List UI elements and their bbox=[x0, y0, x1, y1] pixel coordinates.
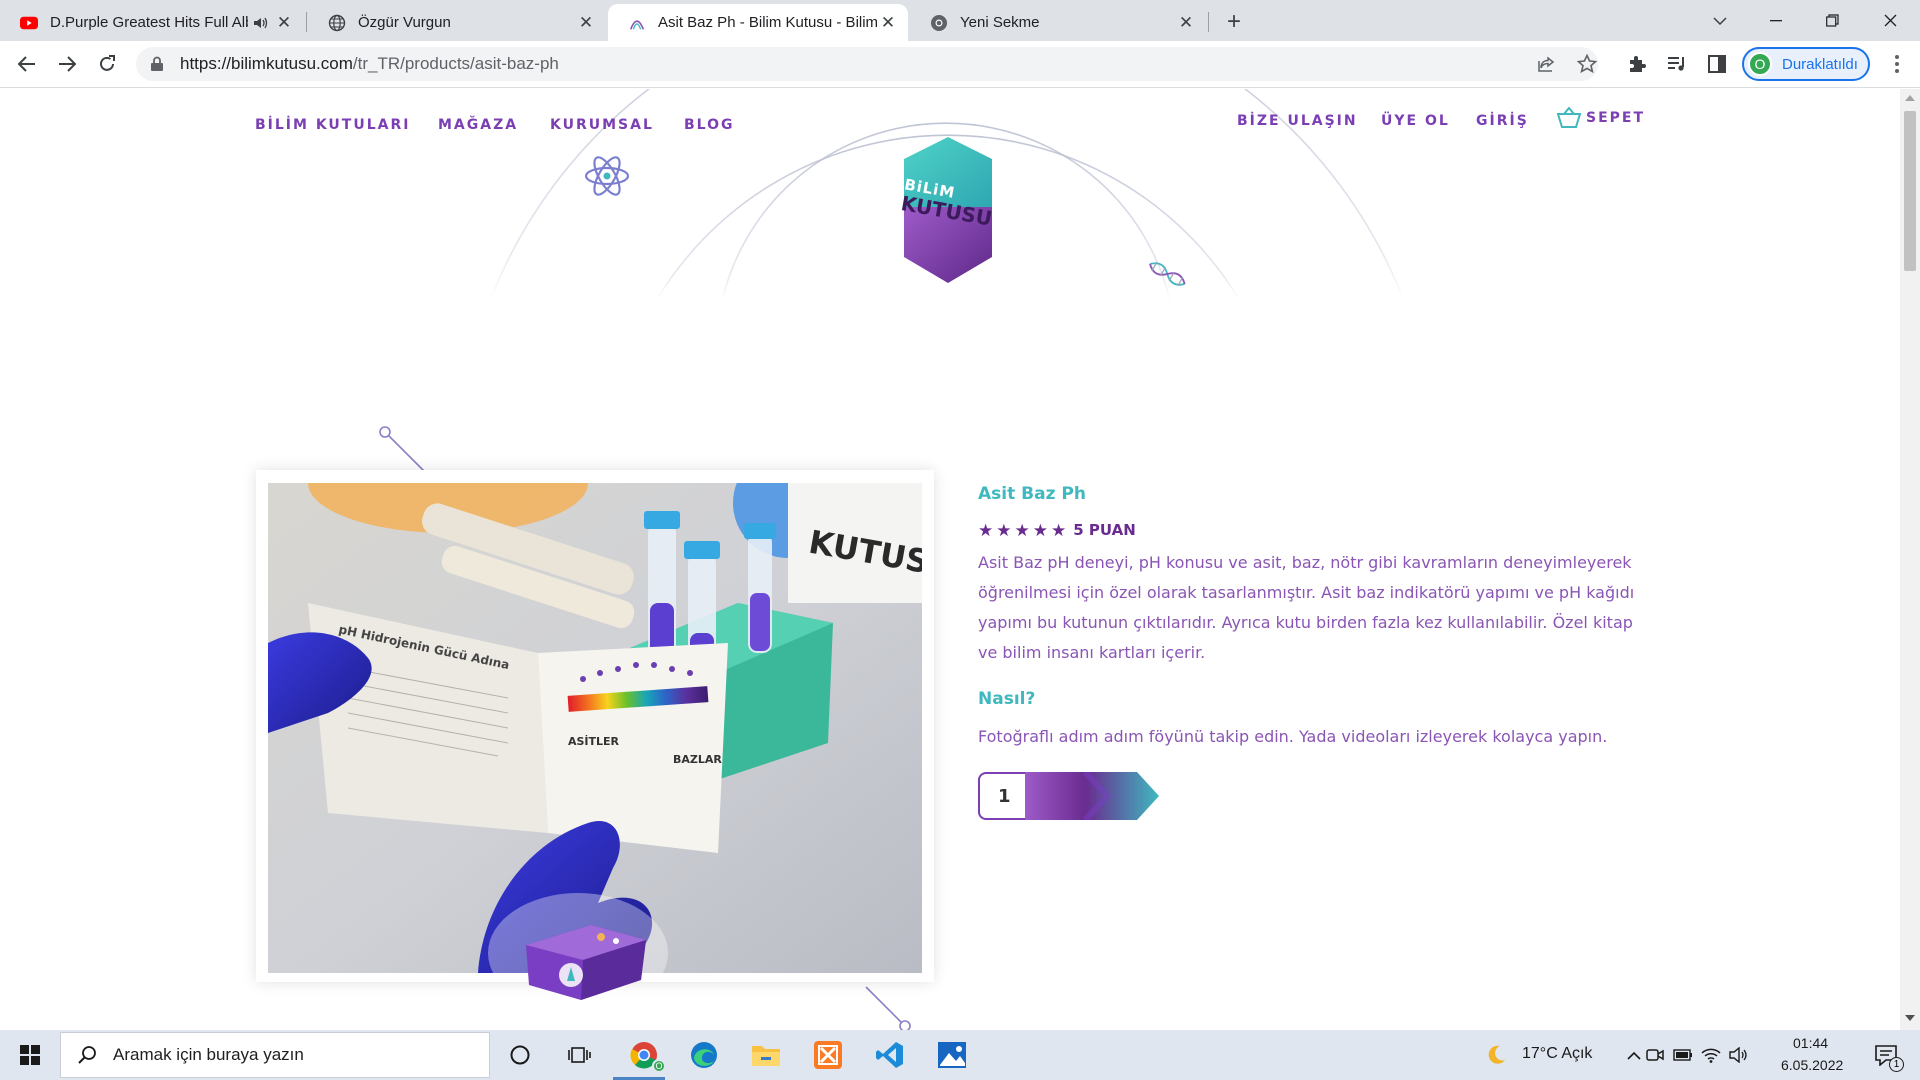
wifi-icon[interactable] bbox=[1698, 1035, 1724, 1075]
star-icon: ★ bbox=[996, 520, 1012, 540]
atom-icon bbox=[584, 156, 630, 196]
new-tab-button[interactable]: + bbox=[1220, 8, 1248, 36]
side-panel-icon[interactable] bbox=[1702, 49, 1732, 79]
basket-icon bbox=[1556, 107, 1582, 128]
nav-bilim-kutulari[interactable]: BİLİM KUTULARI bbox=[255, 117, 410, 133]
scrollbar-thumb[interactable] bbox=[1904, 111, 1916, 271]
star-icon: ★ bbox=[1014, 520, 1030, 540]
url-host: https://bilimkutusu.com bbox=[180, 54, 353, 73]
clock-date[interactable]: 6.05.2022 bbox=[1781, 1057, 1843, 1073]
vscode-icon[interactable] bbox=[870, 1035, 910, 1075]
task-view-icon[interactable] bbox=[560, 1035, 600, 1075]
bilim-kutusu-icon bbox=[628, 14, 646, 32]
star-icon: ★ bbox=[978, 520, 994, 540]
minimize-button[interactable] bbox=[1748, 0, 1804, 41]
product-rating: ★ ★ ★ ★ ★ 5 PUAN bbox=[978, 521, 1136, 539]
bilim-kutusu-logo[interactable]: BiLiM KUTUSU bbox=[899, 137, 996, 285]
product-title: Asit Baz Ph bbox=[978, 484, 1086, 504]
tab-title: Asit Baz Ph - Bilim Kutusu - Bilim bbox=[658, 14, 878, 31]
lock-icon[interactable] bbox=[150, 56, 166, 72]
product-image-frame: KUTUS pH Hidrojenin Gücü Adına ASİTLER B… bbox=[256, 470, 934, 1000]
tab-new-tab[interactable]: Yeni Sekme ✕ bbox=[910, 4, 1206, 41]
meet-now-icon[interactable] bbox=[1642, 1035, 1668, 1075]
reload-button[interactable] bbox=[92, 49, 122, 79]
nav-sepet-label: SEPET bbox=[1586, 110, 1646, 126]
chrome-taskbar-icon[interactable]: O bbox=[624, 1035, 666, 1075]
booklet-bases: BAZLAR bbox=[673, 753, 722, 766]
profile-status: Duraklatıldı bbox=[1782, 55, 1858, 73]
globe-icon bbox=[328, 14, 346, 32]
notification-center-icon[interactable]: 1 bbox=[1866, 1035, 1906, 1075]
avatar: O bbox=[1748, 52, 1772, 76]
product-box-illustration bbox=[526, 925, 646, 1000]
nav-magaza[interactable]: MAĞAZA bbox=[438, 117, 518, 133]
tab-close-icon[interactable]: ✕ bbox=[274, 13, 294, 33]
nav-giris[interactable]: GİRİŞ bbox=[1476, 113, 1529, 129]
file-explorer-icon[interactable] bbox=[746, 1035, 786, 1075]
cortana-icon[interactable] bbox=[500, 1035, 540, 1075]
restore-button[interactable] bbox=[1804, 0, 1860, 41]
extensions-icon[interactable] bbox=[1622, 49, 1652, 79]
media-control-icon[interactable] bbox=[1662, 49, 1692, 79]
tab-title: Yeni Sekme bbox=[960, 14, 1040, 31]
browser-menu-icon[interactable] bbox=[1882, 49, 1912, 79]
volume-icon[interactable] bbox=[1726, 1035, 1752, 1075]
nav-blog[interactable]: BLOG bbox=[684, 117, 735, 133]
product-image[interactable]: KUTUS pH Hidrojenin Gücü Adına ASİTLER B… bbox=[268, 483, 922, 973]
bookmark-star-icon[interactable] bbox=[1572, 49, 1602, 79]
photos-icon[interactable] bbox=[932, 1035, 972, 1075]
forward-button[interactable] bbox=[52, 49, 82, 79]
weather-text[interactable]: 17°C Açık bbox=[1522, 1045, 1592, 1063]
weather-moon-icon[interactable] bbox=[1476, 1035, 1516, 1075]
star-icon: ★ bbox=[1051, 520, 1067, 540]
start-button[interactable] bbox=[0, 1030, 60, 1080]
back-button[interactable] bbox=[12, 49, 42, 79]
youtube-icon bbox=[20, 14, 38, 32]
star-icon: ★ bbox=[1032, 520, 1048, 540]
battery-icon[interactable] bbox=[1670, 1035, 1696, 1075]
speaker-icon[interactable] bbox=[248, 13, 274, 33]
tab-search-icon[interactable] bbox=[1692, 0, 1748, 41]
windows-taskbar: Aramak için buraya yazın O 17°C Açık 01:… bbox=[0, 1030, 1920, 1080]
dna-icon bbox=[1149, 261, 1186, 287]
tab-close-icon[interactable]: ✕ bbox=[576, 13, 596, 33]
page-scrollbar[interactable] bbox=[1900, 89, 1920, 1030]
nav-uye-ol[interactable]: ÜYE OL bbox=[1381, 113, 1450, 129]
search-placeholder: Aramak için buraya yazın bbox=[113, 1045, 304, 1064]
nav-sepet[interactable]: SEPET bbox=[1556, 107, 1645, 129]
taskbar-search[interactable]: Aramak için buraya yazın bbox=[60, 1032, 490, 1078]
tab-asit-baz-ph[interactable]: Asit Baz Ph - Bilim Kutusu - Bilim ✕ bbox=[608, 4, 908, 41]
address-bar[interactable]: https://bilimkutusu.com/tr_TR/products/a… bbox=[136, 47, 1598, 81]
rating-label: 5 PUAN bbox=[1073, 521, 1136, 539]
tab-close-icon[interactable]: ✕ bbox=[878, 13, 898, 33]
booklet-acids: ASİTLER bbox=[568, 734, 620, 748]
add-to-cart-button[interactable] bbox=[1025, 772, 1159, 820]
quantity-input[interactable]: 1 bbox=[978, 772, 1028, 820]
how-text: Fotoğraflı adım adım föyünü takip edin. … bbox=[978, 727, 1608, 746]
web-page: BİLİM KUTULARI MAĞAZA KURUMSAL BLOG BİZE… bbox=[0, 89, 1900, 1030]
share-icon[interactable] bbox=[1532, 49, 1562, 79]
windows-icon bbox=[20, 1045, 40, 1065]
close-window-button[interactable] bbox=[1862, 0, 1918, 41]
chrome-icon bbox=[930, 14, 948, 32]
xampp-icon[interactable] bbox=[808, 1035, 848, 1075]
clock-time[interactable]: 01:44 bbox=[1793, 1035, 1828, 1051]
product-description: Asit Baz pH deneyi, pH konusu ve asit, b… bbox=[978, 553, 1635, 662]
tab-strip: D.Purple Greatest Hits Full Album ✕ Özgü… bbox=[0, 0, 1920, 41]
tab-title: Özgür Vurgun bbox=[358, 14, 451, 31]
tab-youtube[interactable]: D.Purple Greatest Hits Full Album ✕ bbox=[0, 4, 304, 41]
edge-icon[interactable] bbox=[684, 1035, 724, 1075]
search-icon bbox=[78, 1046, 96, 1064]
tab-ozgur-vurgun[interactable]: Özgür Vurgun ✕ bbox=[308, 4, 606, 41]
notification-count: 1 bbox=[1889, 1057, 1904, 1072]
nav-bize-ulasin[interactable]: BİZE ULAŞIN bbox=[1237, 113, 1358, 129]
profile-button[interactable]: O Duraklatıldı bbox=[1742, 47, 1870, 81]
tab-close-icon[interactable]: ✕ bbox=[1176, 13, 1196, 33]
browser-toolbar: https://bilimkutusu.com/tr_TR/products/a… bbox=[0, 41, 1920, 88]
nav-kurumsal[interactable]: KURUMSAL bbox=[550, 117, 654, 133]
how-title: Nasıl? bbox=[978, 689, 1036, 709]
url-path: /tr_TR/products/asit-baz-ph bbox=[352, 54, 559, 73]
tab-title: D.Purple Greatest Hits Full Album bbox=[50, 14, 248, 31]
